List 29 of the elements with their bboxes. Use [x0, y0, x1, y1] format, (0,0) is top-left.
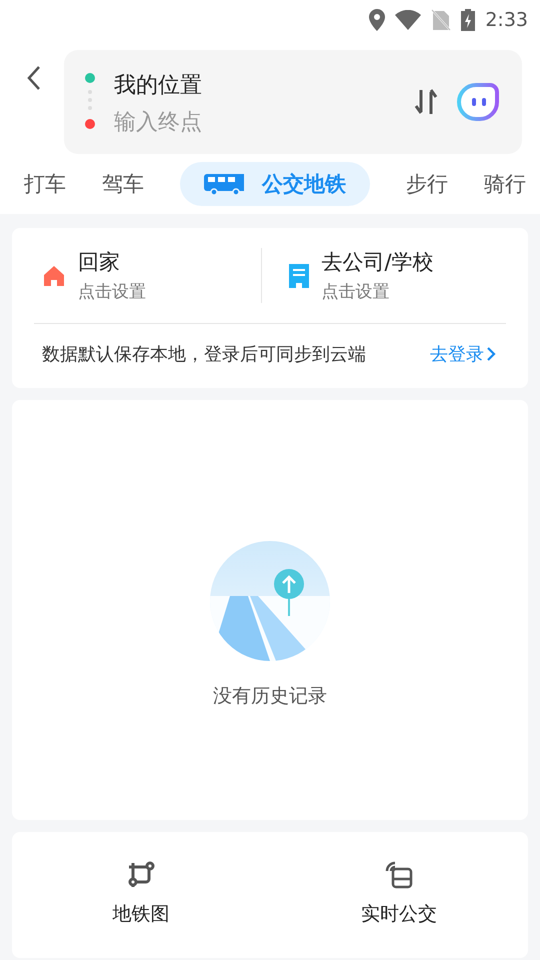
battery-charging-icon: [461, 9, 476, 31]
shortcut-title: 回家: [78, 249, 121, 276]
shortcut-item[interactable]: 去公司/学校 点击设置: [260, 248, 506, 303]
house-icon: [42, 264, 66, 288]
bus-icon: [204, 173, 246, 195]
mode-tab[interactable]: 骑行: [484, 162, 526, 206]
tool-button[interactable]: 地铁图: [12, 858, 270, 928]
no-sim-icon: [431, 9, 452, 31]
location-icon: [369, 9, 386, 31]
mode-tab[interactable]: 步行: [406, 162, 448, 206]
chevron-right-icon: [486, 346, 496, 362]
shortcut-item[interactable]: 回家 点击设置: [34, 248, 260, 303]
tool-button[interactable]: 实时公交: [270, 858, 528, 928]
shortcut-subtitle: 点击设置: [78, 281, 146, 303]
swap-icon[interactable]: [414, 88, 438, 116]
bus-signal-icon: [383, 859, 415, 891]
wifi-icon: [395, 10, 422, 30]
status-time: 2:33: [485, 9, 528, 31]
destination-field[interactable]: 输入终点: [114, 110, 314, 134]
shortcut-subtitle: 点击设置: [322, 281, 390, 303]
mode-tab[interactable]: 打车: [24, 162, 66, 206]
route-dots-icon: [84, 72, 96, 132]
origin-field[interactable]: 我的位置: [114, 70, 396, 100]
mode-tab[interactable]: 驾车: [102, 162, 144, 206]
shortcut-title: 去公司/学校: [322, 249, 434, 276]
empty-history-text: 没有历史记录: [213, 684, 327, 709]
building-icon: [288, 262, 310, 288]
sync-notice: 数据默认保存本地，登录后可同步到云端: [42, 343, 366, 366]
assistant-icon[interactable]: [456, 82, 500, 122]
